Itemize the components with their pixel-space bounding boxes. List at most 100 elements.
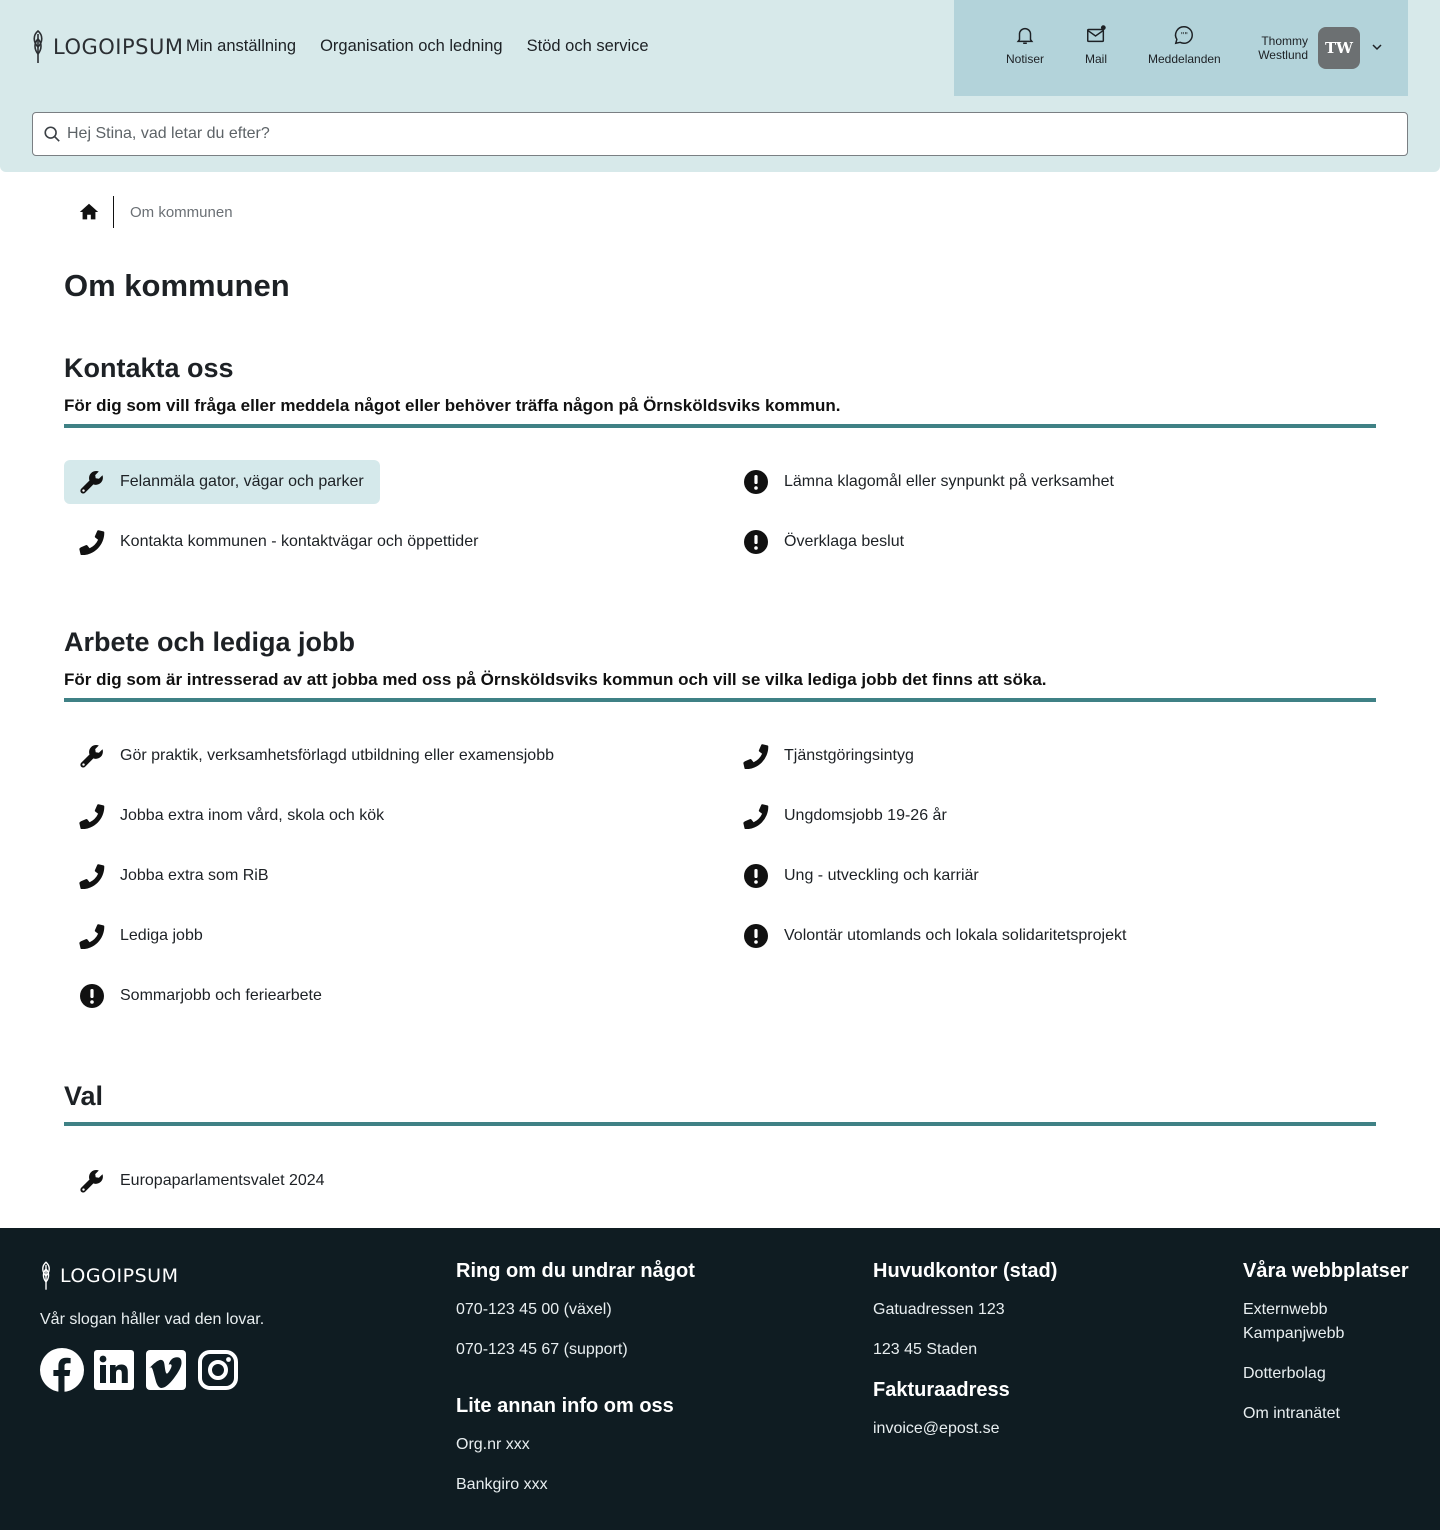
svg-text:": " [1185, 30, 1189, 40]
footer-heading-webb: Våra webbplatser [1243, 1260, 1409, 1282]
footer-heading-ring: Ring om du undrar något [456, 1260, 695, 1282]
phone-icon [78, 862, 106, 890]
footer-heading-huvudkontor: Huvudkontor (stad) [873, 1260, 1058, 1282]
instagram-icon[interactable] [196, 1348, 240, 1392]
social-links [40, 1348, 240, 1392]
footer-bankgiro: Bankgiro xxx [456, 1476, 548, 1493]
wrench-icon [78, 1167, 106, 1195]
phone-icon [742, 742, 770, 770]
mail-button[interactable]: Mail [1085, 24, 1107, 66]
link-label: Överklaga beslut [784, 533, 905, 550]
footer-address-city: 123 45 Staden [873, 1341, 978, 1358]
footer-link-dotterbolag[interactable]: Dotterbolag [1243, 1365, 1326, 1383]
exclamation-icon [742, 468, 770, 496]
phone-icon [78, 528, 106, 556]
linkedin-icon[interactable] [92, 1348, 136, 1392]
footer-logo[interactable]: LOGOIPSUM [40, 1260, 178, 1292]
user-panel: Notiser Mail " " Meddelanden Thommy West… [954, 0, 1408, 96]
link-label: Europaparlamentsvalet 2024 [120, 1172, 325, 1189]
notices-button[interactable]: Notiser [1006, 24, 1044, 66]
footer-invoice-email[interactable]: invoice@epost.se [873, 1420, 1000, 1438]
facebook-icon[interactable] [40, 1348, 84, 1392]
exclamation-icon [742, 528, 770, 556]
link-item[interactable]: Felanmäla gator, vägar och parker [64, 460, 380, 504]
messages-button[interactable]: " " Meddelanden [1148, 24, 1221, 66]
phone-icon [78, 922, 106, 950]
user-name[interactable]: Thommy Westlund [1240, 34, 1308, 62]
link-item[interactable]: Gör praktik, verksamhetsförlagd utbildni… [64, 734, 570, 778]
section-title-kontakta: Kontakta oss [64, 353, 234, 383]
link-item[interactable]: Sommarjobb och feriearbete [64, 974, 338, 1018]
link-label: Jobba extra inom vård, skola och kök [120, 807, 385, 824]
section-title-val: Val [64, 1081, 104, 1111]
breadcrumb-divider [113, 196, 114, 228]
section-divider [64, 698, 1376, 702]
footer-phone-support[interactable]: 070-123 45 67 (support) [456, 1341, 628, 1359]
wrench-icon [78, 742, 106, 770]
link-label: Tjänstgöringsintyg [784, 747, 914, 764]
site-logo[interactable]: LOGOIPSUM [31, 30, 183, 64]
footer-phone-vaxel[interactable]: 070-123 45 00 (växel) [456, 1301, 612, 1319]
link-item[interactable]: Lämna klagomål eller synpunkt på verksam… [728, 460, 1130, 504]
link-label: Ungdomsjobb 19-26 år [784, 807, 947, 824]
link-item[interactable]: Volontär utomlands och lokala solidarite… [728, 914, 1142, 958]
footer-address-street: Gatuadressen 123 [873, 1301, 1005, 1318]
link-label: Gör praktik, verksamhetsförlagd utbildni… [120, 747, 554, 764]
nav-item-min-anstallning[interactable]: Min anställning [186, 37, 296, 56]
footer-slogan: Vår slogan håller vad den lovar. [40, 1311, 265, 1328]
page-title: Om kommunen [64, 268, 290, 303]
chevron-down-icon[interactable] [1371, 40, 1383, 54]
link-item[interactable]: Jobba extra som RiB [64, 854, 285, 898]
footer-link-externwebb[interactable]: Externwebb [1243, 1301, 1328, 1319]
link-label: Jobba extra som RiB [120, 867, 269, 884]
footer-link-om-intranatet[interactable]: Om intranätet [1243, 1405, 1340, 1423]
footer-link-kampanjwebb[interactable]: Kampanjwebb [1243, 1325, 1344, 1343]
footer-logo-text: LOGOIPSUM [60, 1265, 179, 1287]
messages-label: Meddelanden [1148, 52, 1221, 66]
link-item[interactable]: Tjänstgöringsintyg [728, 734, 930, 778]
leaf-logo-icon [33, 30, 43, 63]
mail-label: Mail [1085, 52, 1108, 66]
leaf-logo-icon [42, 1261, 50, 1290]
section-title-arbete: Arbete och lediga jobb [64, 627, 356, 657]
section-divider [64, 1122, 1376, 1126]
phone-icon [742, 802, 770, 830]
link-item[interactable]: Ung - utveckling och karriär [728, 854, 995, 898]
link-label: Kontakta kommunen - kontaktvägar och öpp… [120, 533, 479, 550]
search-input[interactable] [67, 125, 1367, 143]
link-label: Lediga jobb [120, 927, 203, 944]
section-divider [64, 424, 1376, 428]
notices-label: Notiser [1006, 52, 1045, 66]
home-icon[interactable] [78, 201, 100, 223]
phone-icon [78, 802, 106, 830]
section-subtitle-arbete: För dig som är intresserad av att jobba … [64, 670, 1047, 689]
site-header: LOGOIPSUM Min anställning Organisation o… [0, 0, 1440, 172]
vimeo-icon[interactable] [144, 1348, 188, 1392]
search-bar [32, 112, 1408, 156]
link-item[interactable]: Europaparlamentsvalet 2024 [64, 1159, 341, 1203]
link-item[interactable]: Lediga jobb [64, 914, 219, 958]
main-nav: Min anställning Organisation och ledning… [186, 37, 649, 56]
site-footer: LOGOIPSUM Vår slogan håller vad den lova… [0, 1228, 1440, 1530]
link-label: Ung - utveckling och karriär [784, 867, 979, 884]
footer-heading-info: Lite annan info om oss [456, 1395, 674, 1417]
search-icon [44, 126, 60, 142]
chat-bubble-icon: " " [1175, 26, 1194, 45]
mail-icon [1087, 25, 1106, 43]
link-item[interactable]: Kontakta kommunen - kontaktvägar och öpp… [64, 520, 494, 564]
link-item[interactable]: Överklaga beslut [728, 520, 920, 564]
nav-item-organisation[interactable]: Organisation och ledning [320, 37, 503, 56]
nav-item-stod-service[interactable]: Stöd och service [527, 37, 649, 56]
link-item[interactable]: Ungdomsjobb 19-26 år [728, 794, 963, 838]
link-label: Lämna klagomål eller synpunkt på verksam… [784, 473, 1114, 490]
link-label: Sommarjobb och feriearbete [120, 987, 322, 1004]
footer-heading-faktura: Fakturaadress [873, 1379, 1010, 1401]
wrench-icon [78, 468, 106, 496]
exclamation-icon [742, 922, 770, 950]
avatar[interactable]: TW [1318, 27, 1360, 69]
link-item[interactable]: Jobba extra inom vård, skola och kök [64, 794, 400, 838]
section-subtitle-kontakta: För dig som vill fråga eller meddela någ… [64, 396, 841, 415]
footer-org-nr: Org.nr xxx [456, 1436, 530, 1453]
exclamation-icon [78, 982, 106, 1010]
link-label: Felanmäla gator, vägar och parker [120, 473, 364, 490]
